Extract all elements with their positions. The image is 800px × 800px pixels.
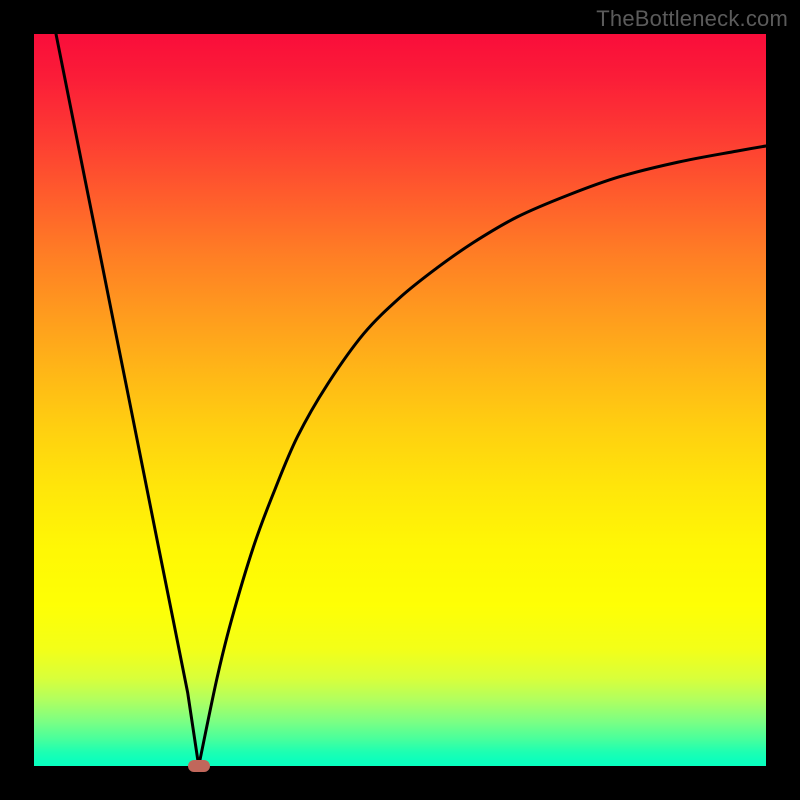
minimum-marker: [188, 760, 210, 772]
chart-frame: TheBottleneck.com: [0, 0, 800, 800]
right-branch-line: [199, 146, 766, 766]
curve-layer: [34, 34, 766, 766]
watermark-text: TheBottleneck.com: [596, 6, 788, 32]
plot-area: [34, 34, 766, 766]
left-branch-line: [56, 34, 199, 766]
